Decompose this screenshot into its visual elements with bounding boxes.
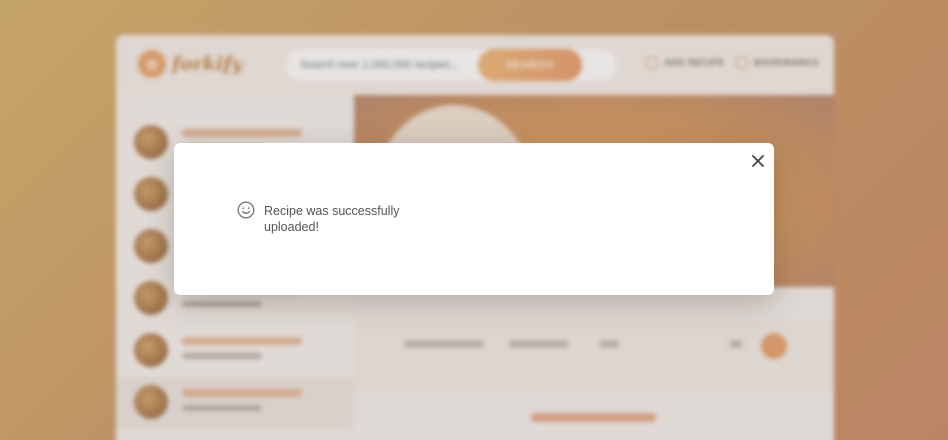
success-message: Recipe was successfully uploaded!	[264, 204, 400, 234]
smile-icon	[237, 201, 255, 219]
success-modal: Recipe was successfully uploaded!	[174, 143, 774, 295]
close-icon	[752, 155, 764, 167]
close-modal-button[interactable]	[748, 151, 768, 171]
